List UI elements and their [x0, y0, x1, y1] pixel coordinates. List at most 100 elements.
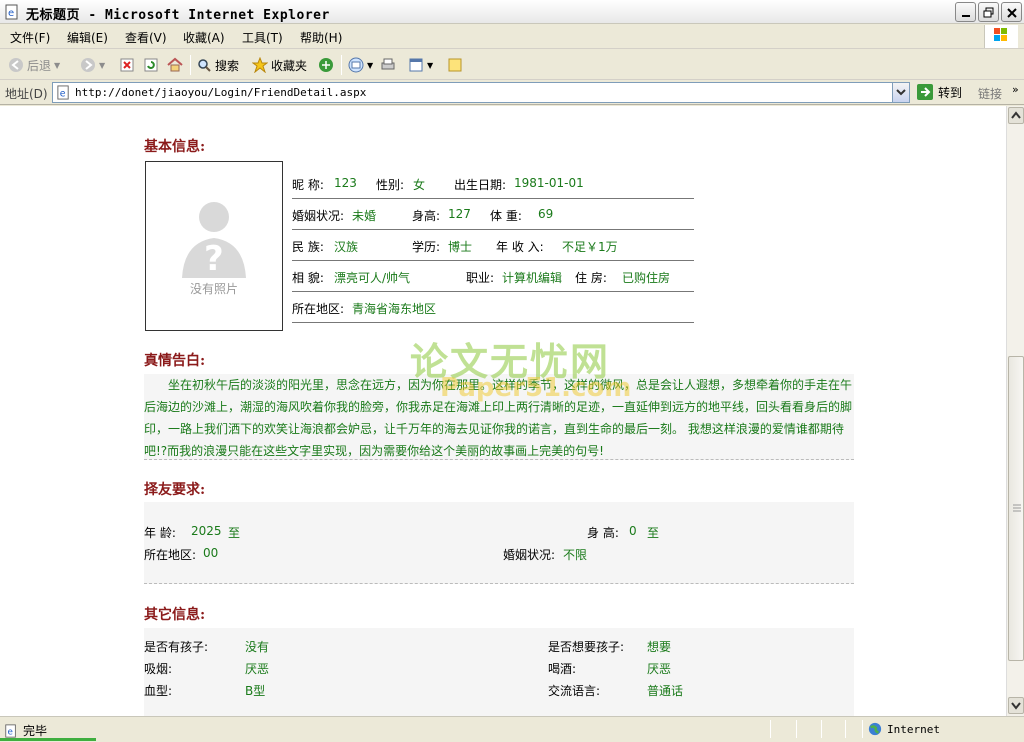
profile-photo-placeholder: ? 没有照片: [145, 161, 283, 331]
menu-edit[interactable]: 编辑(E): [67, 29, 108, 46]
chevron-right-icon[interactable]: »: [1012, 83, 1019, 96]
address-label: 地址(D): [5, 87, 48, 101]
progress-strip: [0, 738, 96, 741]
favorites-button[interactable]: 收藏夹: [252, 55, 307, 75]
go-arrow-icon: [917, 84, 933, 100]
refresh-button[interactable]: [143, 55, 159, 75]
req-age-value: 2025: [191, 524, 222, 538]
requirements-title: 择友要求:: [144, 482, 206, 498]
income-value: 不足￥1万: [562, 240, 618, 254]
ethnic-value: 汉族: [334, 240, 359, 254]
basic-info-title: 基本信息:: [144, 139, 206, 155]
search-button[interactable]: 搜索: [196, 55, 239, 75]
address-input[interactable]: e http://donet/jiaoyou/Login/FriendDetai…: [52, 82, 910, 103]
refresh-icon: [144, 58, 158, 72]
marital-value: 未婚: [352, 209, 377, 223]
status-separator: [862, 720, 863, 738]
looks-value: 漂亮可人/帅气: [334, 271, 411, 285]
home-icon: [167, 57, 183, 72]
other-info-title: 其它信息:: [144, 607, 206, 623]
menu-file[interactable]: 文件(F): [10, 29, 50, 46]
scroll-thumb[interactable]: [1008, 356, 1024, 661]
ie-page-icon: e: [5, 4, 18, 20]
region-value: 青海省海东地区: [352, 302, 437, 316]
no-photo-avatar-icon: ?: [182, 202, 246, 279]
blood-label: 血型:: [144, 684, 173, 698]
menu-view[interactable]: 查看(V): [125, 29, 167, 46]
housing-label: 住 房:: [575, 271, 607, 285]
info-row-2: 婚姻状况: 未婚 身高: 127 体 重: 69: [292, 199, 694, 230]
svg-text:e: e: [60, 88, 66, 99]
status-separator: [770, 720, 771, 738]
edit-page-icon: [409, 58, 423, 72]
menu-tools[interactable]: 工具(T): [242, 29, 283, 46]
income-label: 年 收 入:: [496, 240, 544, 254]
menu-help[interactable]: 帮助(H): [300, 29, 342, 46]
mail-button[interactable]: ▼: [348, 55, 373, 75]
scroll-up-button[interactable]: [1008, 107, 1024, 124]
intro-box: 坐在初秋午后的淡淡的阳光里，思念在远方，因为你在那里。这样的季节，这样的微风，总…: [144, 374, 854, 460]
search-label: 搜索: [215, 58, 240, 73]
status-separator: [845, 720, 846, 738]
nickname-value: 123: [334, 176, 357, 190]
back-arrow-icon: [9, 58, 23, 72]
info-row-4: 相 貌: 漂亮可人/帅气 职业: 计算机编辑 住 房: 已购住房: [292, 261, 694, 292]
go-button[interactable]: 转到: [916, 83, 962, 101]
zone-label: Internet: [887, 722, 940, 736]
req-age-to: 至: [228, 526, 241, 540]
job-value: 计算机编辑: [502, 271, 563, 285]
req-marital-label: 婚姻状况:: [503, 548, 556, 562]
svg-text:?: ?: [204, 239, 224, 279]
address-url: http://donet/jiaoyou/Login/FriendDetail.…: [75, 86, 367, 99]
nickname-label: 昵 称:: [292, 178, 324, 192]
intro-text: 坐在初秋午后的淡淡的阳光里，思念在远方，因为你在那里。这样的季节，这样的微风，总…: [144, 378, 853, 458]
edit-dropdown-icon: ▼: [427, 60, 434, 70]
language-value: 普通话: [647, 684, 684, 698]
svg-text:e: e: [8, 8, 14, 19]
requirements-box: 年 龄: 2025 至 身 高: 0 至 所在地区: 00 婚姻状况: 不限: [144, 502, 854, 584]
security-zone: Internet: [868, 722, 940, 736]
restore-button[interactable]: [978, 2, 999, 22]
status-text: 完毕: [23, 724, 48, 738]
home-button[interactable]: [167, 55, 183, 75]
media-button[interactable]: [318, 55, 334, 75]
discuss-button[interactable]: [447, 55, 463, 75]
vertical-scrollbar[interactable]: [1006, 106, 1024, 716]
links-label[interactable]: 链接: [978, 85, 1002, 102]
stop-icon: [120, 58, 134, 72]
req-height-to: 至: [647, 526, 660, 540]
blood-value: B型: [245, 684, 266, 698]
stop-button[interactable]: [119, 55, 135, 75]
favorites-label: 收藏夹: [271, 58, 308, 73]
req-height-label: 身 高:: [587, 526, 619, 540]
back-dropdown-icon: ▼: [54, 60, 61, 70]
education-value: 博士: [448, 240, 473, 254]
edit-button[interactable]: ▼: [408, 55, 433, 75]
address-dropdown-button[interactable]: [892, 83, 909, 102]
page-icon: e: [57, 85, 69, 100]
mail-dropdown-icon: ▼: [367, 60, 374, 70]
windows-flag-icon: [994, 28, 1007, 41]
region-label: 所在地区:: [292, 302, 345, 316]
windows-logo: [984, 25, 1018, 48]
chevron-down-icon: [896, 89, 906, 96]
want-children-value: 想要: [647, 640, 672, 654]
address-bar: 地址(D) e http://donet/jiaoyou/Login/Frien…: [0, 81, 1024, 105]
title-bar: e 无标题页 - Microsoft Internet Explorer: [0, 0, 1024, 24]
menu-favorites[interactable]: 收藏(A): [183, 29, 225, 46]
want-children-label: 是否想要孩子:: [548, 640, 625, 654]
req-marital-value: 不限: [563, 548, 588, 562]
photo-caption: 没有照片: [189, 282, 238, 296]
minimize-icon: [962, 15, 970, 17]
forward-button[interactable]: ▼: [80, 55, 105, 75]
print-button[interactable]: [380, 55, 396, 75]
scroll-down-button[interactable]: [1008, 697, 1024, 714]
close-button[interactable]: [1001, 2, 1022, 22]
forward-arrow-icon: [81, 58, 95, 72]
looks-label: 相 貌:: [292, 271, 324, 285]
status-separator: [796, 720, 797, 738]
status-bar: e 完毕 Internet: [0, 716, 1024, 742]
back-button[interactable]: 后退 ▼: [8, 55, 60, 75]
minimize-button[interactable]: [955, 2, 976, 22]
smoke-value: 厌恶: [245, 662, 270, 676]
